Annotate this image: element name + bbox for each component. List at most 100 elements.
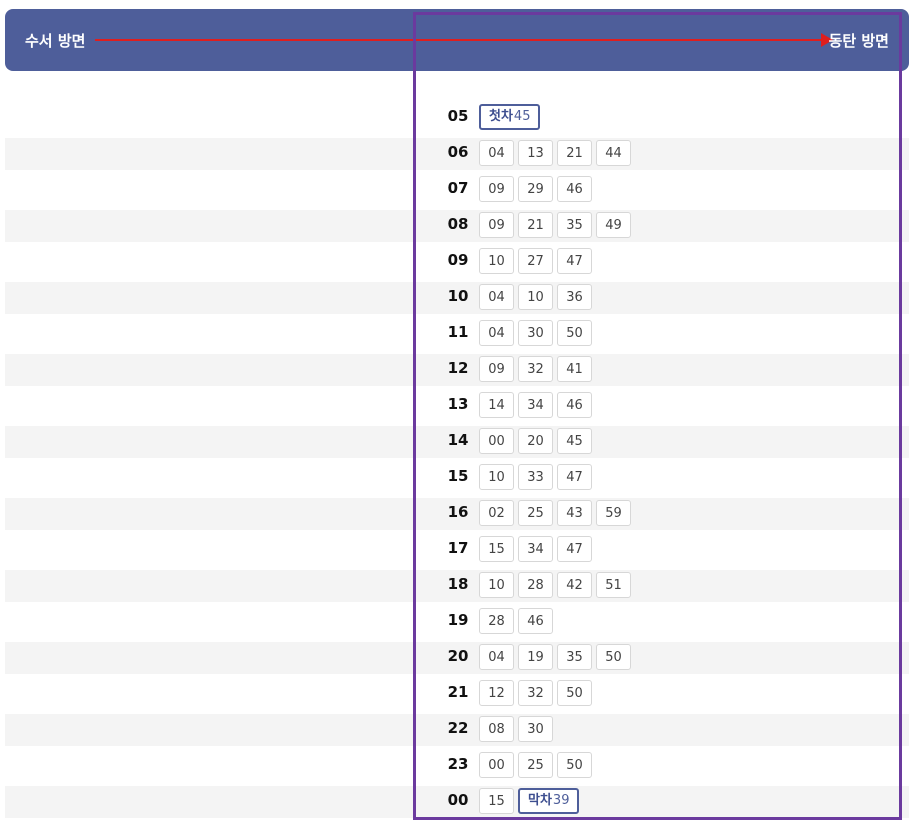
- minute-value: 42: [566, 578, 583, 593]
- minute-value: 21: [566, 146, 583, 161]
- minute-list: 00 20 45: [479, 428, 592, 454]
- timetable-row: 07 09 29 46: [5, 173, 909, 209]
- minute-chip: 13: [518, 140, 553, 166]
- minute-value: 34: [527, 398, 544, 413]
- minute-value: 04: [488, 290, 505, 305]
- minute-value: 10: [488, 470, 505, 485]
- minute-list: 14 34 46: [479, 392, 592, 418]
- special-departure-chip: 첫차45: [479, 104, 541, 130]
- minute-value: 32: [527, 362, 544, 377]
- minute-chip: 20: [518, 428, 553, 454]
- minute-list: 02 25 43 59: [479, 500, 631, 526]
- timetable-row: 16 02 25 43 59: [5, 497, 909, 533]
- minute-value: 15: [488, 794, 505, 809]
- minute-value: 00: [488, 758, 505, 773]
- minute-value: 33: [527, 470, 544, 485]
- origin-direction-label: 수서 방면: [25, 32, 86, 50]
- minute-chip: 08: [479, 716, 514, 742]
- minute-value: 00: [488, 434, 505, 449]
- hour-label: 13: [447, 395, 469, 413]
- timetable-row: 20 04 19 35 50: [5, 641, 909, 677]
- timetable-row: 08 09 21 35 49: [5, 209, 909, 245]
- minute-value: 32: [527, 686, 544, 701]
- minute-value: 50: [566, 686, 583, 701]
- minute-value: 15: [488, 542, 505, 557]
- minute-chip: 25: [518, 500, 553, 526]
- minute-value: 09: [488, 218, 505, 233]
- minute-list: 첫차45: [479, 104, 541, 130]
- minute-list: 04 30 50: [479, 320, 592, 346]
- timetable-row: 22 08 30: [5, 713, 909, 749]
- minute-value: 25: [527, 758, 544, 773]
- timetable-row: 06 04 13 21 44: [5, 137, 909, 173]
- minute-list: 08 30: [479, 716, 553, 742]
- hour-label: 07: [447, 179, 469, 197]
- minute-list: 04 19 35 50: [479, 644, 631, 670]
- minute-value: 10: [488, 254, 505, 269]
- minute-chip: 29: [518, 176, 553, 202]
- minute-chip: 09: [479, 212, 514, 238]
- minute-value: 08: [488, 722, 505, 737]
- departure-tag: 첫차: [489, 109, 513, 124]
- minute-chip: 00: [479, 428, 514, 454]
- hour-label: 08: [447, 215, 469, 233]
- minute-chip: 34: [518, 536, 553, 562]
- minute-value: 30: [527, 722, 544, 737]
- minute-chip: 44: [596, 140, 631, 166]
- minute-value: 14: [488, 398, 505, 413]
- hour-label: 11: [447, 323, 469, 341]
- minute-value: 59: [605, 506, 622, 521]
- minute-value: 29: [527, 182, 544, 197]
- minute-chip: 32: [518, 356, 553, 382]
- hour-label: 20: [447, 647, 469, 665]
- minute-chip: 46: [557, 392, 592, 418]
- minute-value: 09: [488, 182, 505, 197]
- minute-chip: 04: [479, 284, 514, 310]
- minute-chip: 49: [596, 212, 631, 238]
- minute-chip: 30: [518, 320, 553, 346]
- minute-chip: 45: [557, 428, 592, 454]
- minute-chip: 09: [479, 356, 514, 382]
- minute-value: 10: [527, 290, 544, 305]
- minute-chip: 28: [518, 572, 553, 598]
- minute-list: 04 10 36: [479, 284, 592, 310]
- minute-list: 10 27 47: [479, 248, 592, 274]
- minute-value: 47: [566, 254, 583, 269]
- timetable-row: 12 09 32 41: [5, 353, 909, 389]
- timetable-row: 23 00 25 50: [5, 749, 909, 785]
- hour-label: 22: [447, 719, 469, 737]
- minute-chip: 12: [479, 680, 514, 706]
- hour-label: 09: [447, 251, 469, 269]
- timetable-row: 21 12 32 50: [5, 677, 909, 713]
- minute-chip: 35: [557, 644, 592, 670]
- minute-chip: 43: [557, 500, 592, 526]
- minute-list: 09 32 41: [479, 356, 592, 382]
- minute-list: 10 28 42 51: [479, 572, 631, 598]
- hour-label: 12: [447, 359, 469, 377]
- minute-chip: 50: [557, 680, 592, 706]
- timetable-row: 10 04 10 36: [5, 281, 909, 317]
- timetable: 05 첫차45 06 04 13 21 44 07 09 29 46 08 09 21 35 49 09 10 27…: [5, 101, 909, 821]
- minute-chip: 30: [518, 716, 553, 742]
- hour-label: 10: [447, 287, 469, 305]
- timetable-row: 17 15 34 47: [5, 533, 909, 569]
- minute-value: 35: [566, 650, 583, 665]
- minute-chip: 51: [596, 572, 631, 598]
- minute-value: 36: [566, 290, 583, 305]
- minute-value: 09: [488, 362, 505, 377]
- minute-chip: 32: [518, 680, 553, 706]
- minute-chip: 04: [479, 644, 514, 670]
- minute-chip: 42: [557, 572, 592, 598]
- minute-chip: 19: [518, 644, 553, 670]
- minute-value: 35: [566, 218, 583, 233]
- hour-label: 19: [447, 611, 469, 629]
- minute-chip: 02: [479, 500, 514, 526]
- minute-chip: 41: [557, 356, 592, 382]
- minute-chip: 47: [557, 248, 592, 274]
- minute-value: 04: [488, 650, 505, 665]
- minute-value: 04: [488, 146, 505, 161]
- timetable-row: 09 10 27 47: [5, 245, 909, 281]
- minute-list: 10 33 47: [479, 464, 592, 490]
- minute-chip: 14: [479, 392, 514, 418]
- timetable-row: 14 00 20 45: [5, 425, 909, 461]
